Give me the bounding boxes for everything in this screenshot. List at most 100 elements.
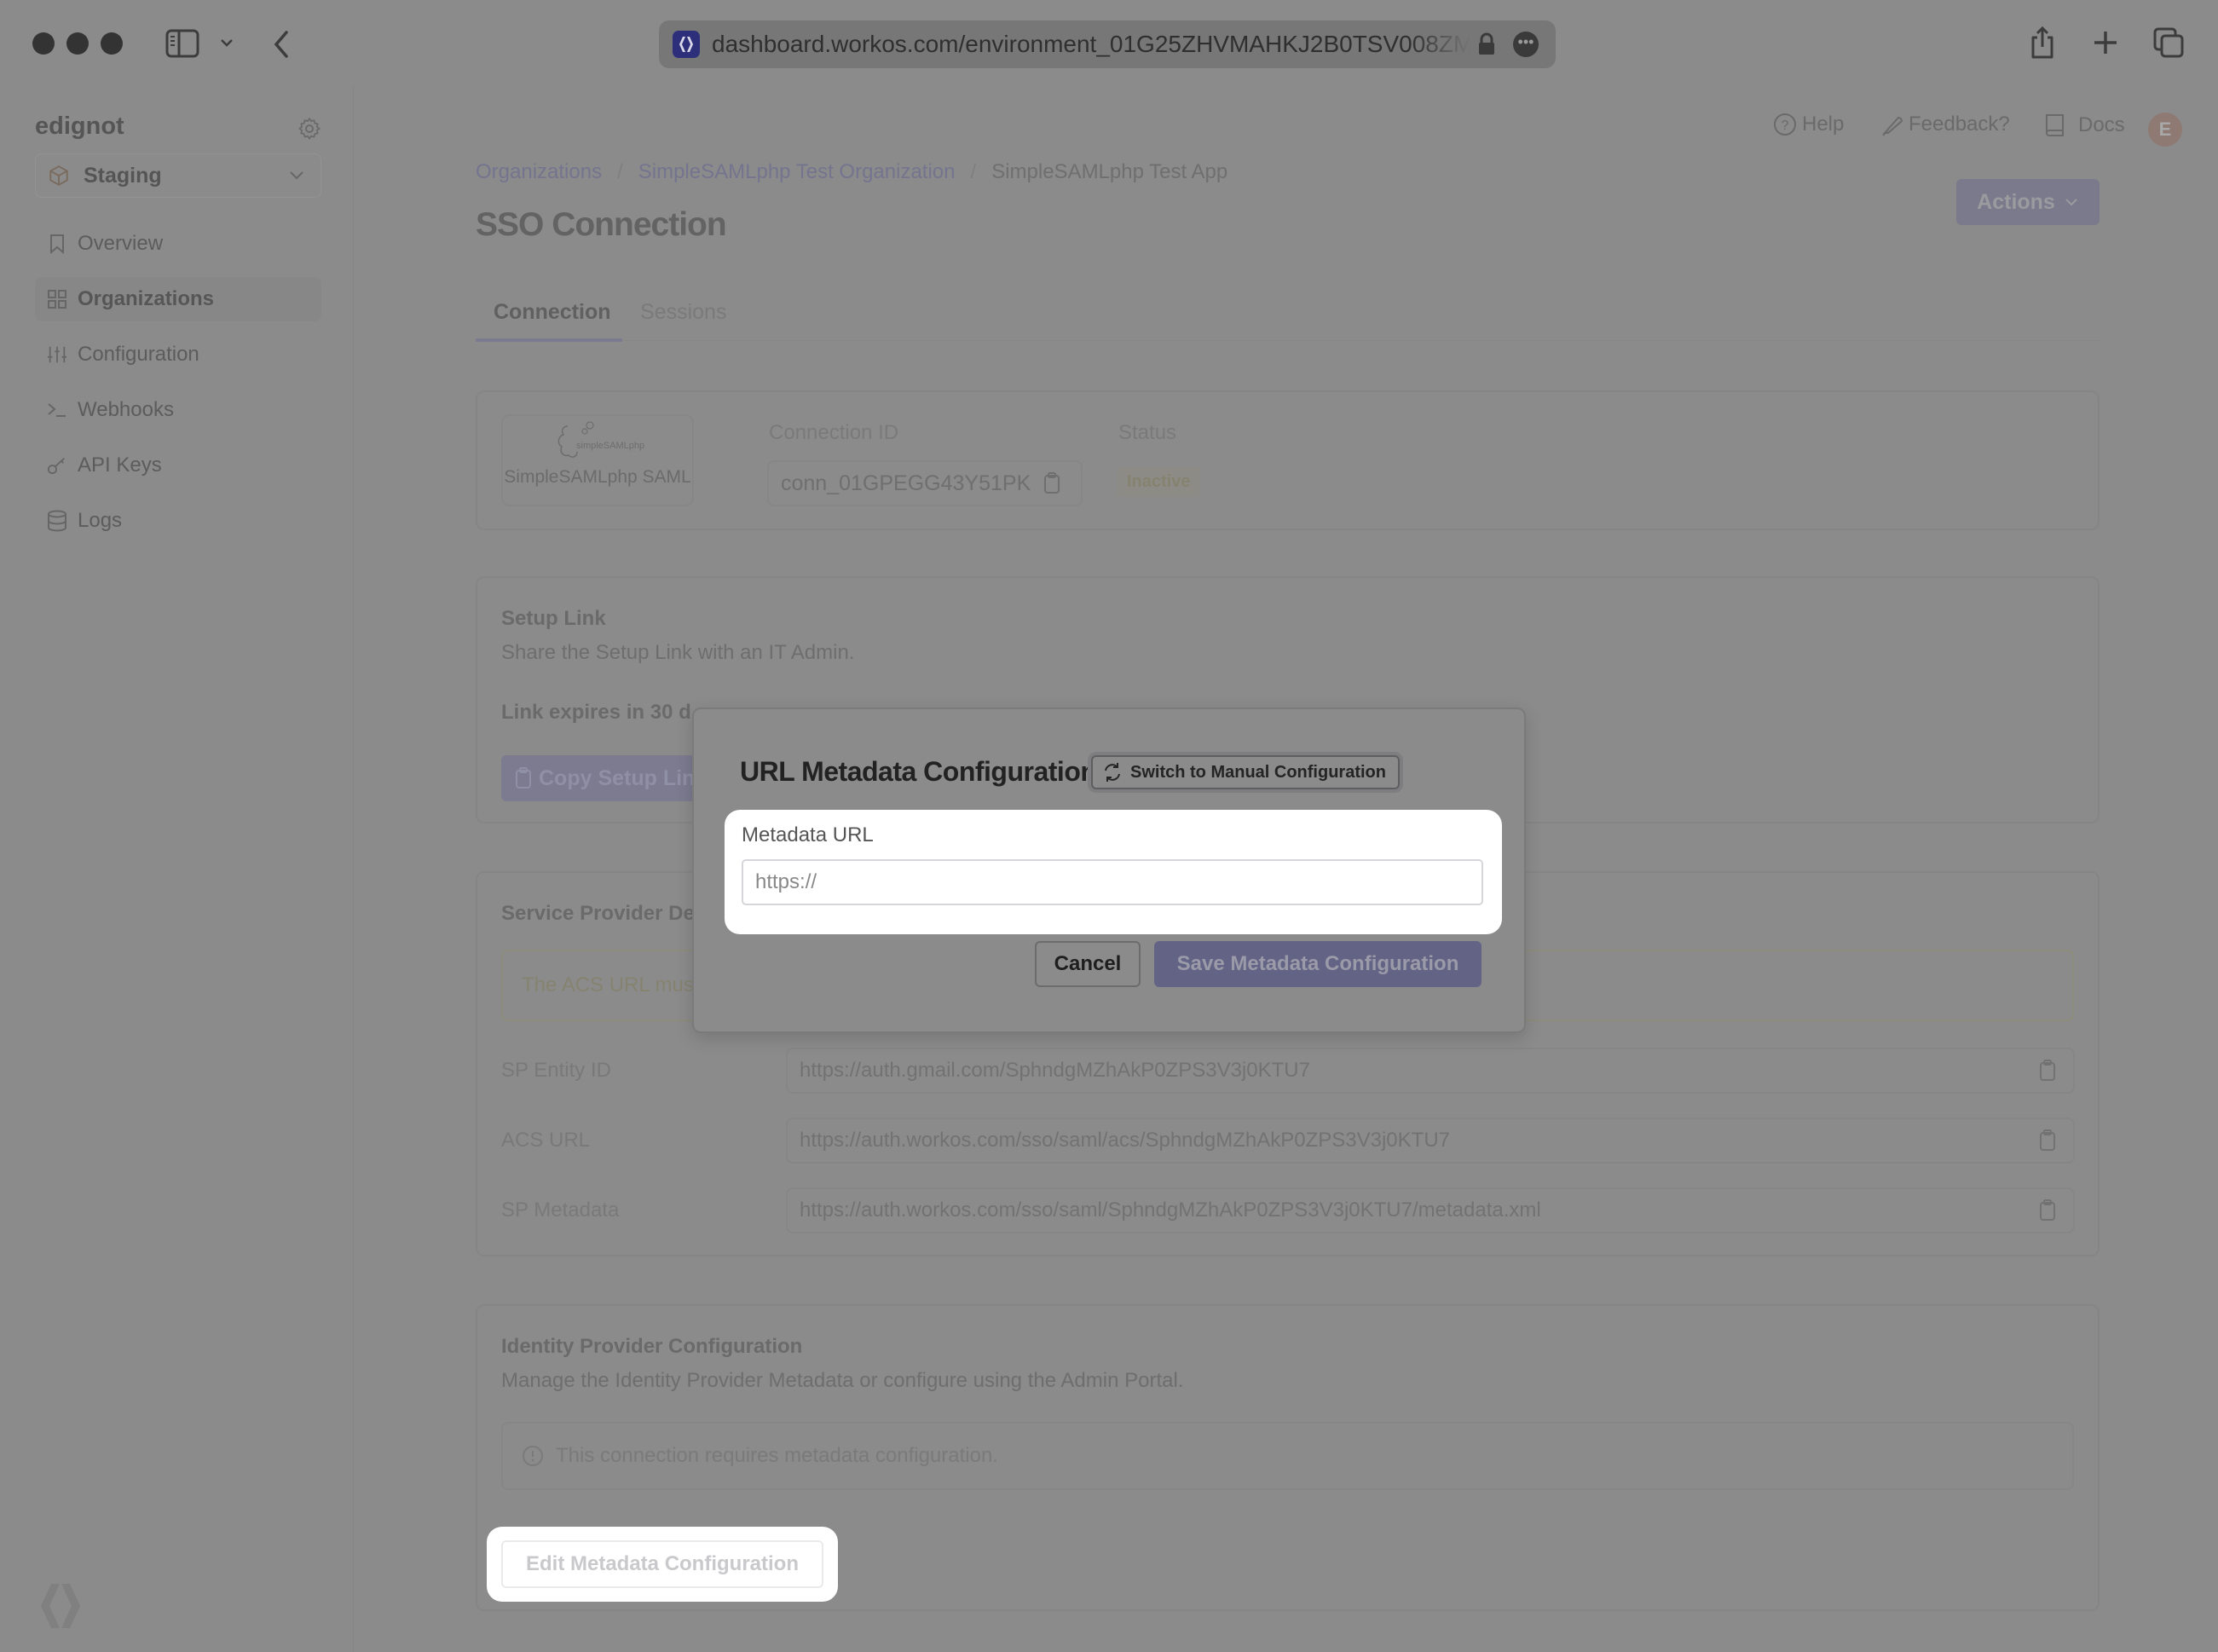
setup-link-expiry: Link expires in 30 d bbox=[501, 701, 691, 724]
chevron-down-icon bbox=[288, 166, 305, 188]
edit-metadata-configuration-button[interactable]: Edit Metadata Configuration bbox=[501, 1540, 823, 1588]
acs-warning-text: The ACS URL mus bbox=[522, 973, 694, 996]
switch-to-manual-button[interactable]: Switch to Manual Configuration bbox=[1091, 755, 1400, 789]
minimize-window-button[interactable] bbox=[66, 32, 89, 55]
grid-icon bbox=[47, 289, 67, 309]
browser-toolbar: dashboard.workos.com/environment_01G25ZH… bbox=[0, 0, 2218, 85]
highlight-edit-metadata: Edit Metadata Configuration bbox=[487, 1527, 838, 1602]
setup-link-title: Setup Link bbox=[501, 607, 606, 630]
workos-logo-icon bbox=[34, 1582, 87, 1634]
chevron-down-icon bbox=[2065, 199, 2077, 206]
address-bar[interactable]: dashboard.workos.com/environment_01G25ZH… bbox=[659, 20, 1556, 68]
clipboard-icon bbox=[516, 767, 531, 788]
cancel-button[interactable]: Cancel bbox=[1035, 941, 1141, 987]
breadcrumb-organization[interactable]: SimpleSAMLphp Test Organization bbox=[638, 160, 956, 184]
key-icon bbox=[47, 455, 67, 476]
chevron-down-icon[interactable] bbox=[220, 38, 234, 48]
sidebar-item-configuration[interactable]: Configuration bbox=[35, 332, 321, 377]
actions-label: Actions bbox=[1977, 189, 2055, 214]
clipboard-icon[interactable] bbox=[2039, 1060, 2056, 1082]
service-provider-title: Service Provider De bbox=[501, 902, 695, 925]
info-circle-icon bbox=[523, 1446, 543, 1466]
sp-entity-id-value: https://auth.gmail.com/SphndgMZhAkP0ZPS3… bbox=[800, 1059, 1310, 1082]
identity-provider-description: Manage the Identity Provider Metadata or… bbox=[501, 1369, 1184, 1392]
avatar[interactable]: E bbox=[2148, 113, 2182, 147]
sp-metadata-value: https://auth.workos.com/sso/saml/SphndgM… bbox=[800, 1199, 1541, 1222]
breadcrumb-separator: / bbox=[970, 160, 977, 183]
sidebar-item-organizations[interactable]: Organizations bbox=[35, 277, 321, 321]
sidebar-item-label: Webhooks bbox=[78, 398, 174, 421]
share-icon[interactable] bbox=[2029, 26, 2056, 60]
active-tab-indicator bbox=[476, 338, 622, 342]
close-window-button[interactable] bbox=[32, 32, 55, 55]
more-icon[interactable]: ••• bbox=[1513, 32, 1539, 57]
acs-url-value: https://auth.workos.com/sso/saml/acs/Sph… bbox=[800, 1129, 1450, 1152]
docs-label: Docs bbox=[2078, 113, 2125, 136]
connection-id-label: Connection ID bbox=[769, 421, 899, 444]
status-badge: Inactive bbox=[1117, 467, 1201, 497]
metadata-url-label: Metadata URL bbox=[742, 823, 874, 846]
environment-label: Staging bbox=[84, 163, 162, 188]
page-title: SSO Connection bbox=[476, 206, 727, 243]
tab-bar: Connection Sessions bbox=[476, 290, 2100, 342]
connection-card: simpleSAMLphp SimpleSAMLphp SAML Connect… bbox=[476, 390, 2100, 530]
svg-text:?: ? bbox=[1782, 118, 1789, 133]
connection-id-value: conn_01GPEGG43Y51PK bbox=[781, 471, 1031, 495]
breadcrumb-organizations[interactable]: Organizations bbox=[476, 160, 602, 184]
workos-favicon-icon bbox=[673, 31, 700, 58]
metadata-url-input[interactable] bbox=[742, 859, 1483, 905]
org-name: edignot bbox=[35, 113, 124, 140]
docs-link[interactable]: Docs bbox=[2044, 113, 2125, 138]
modal-title: URL Metadata Configuration bbox=[740, 756, 1097, 787]
sidebar-item-logs[interactable]: Logs bbox=[35, 499, 321, 543]
back-icon[interactable] bbox=[271, 29, 292, 60]
environment-select[interactable]: Staging bbox=[35, 153, 321, 198]
new-tab-icon[interactable] bbox=[2092, 29, 2119, 56]
tab-sessions[interactable]: Sessions bbox=[640, 300, 726, 325]
feedback-label: Feedback? bbox=[1909, 113, 2010, 136]
help-link[interactable]: ? Help bbox=[1773, 113, 1844, 136]
sp-metadata-field: https://auth.workos.com/sso/saml/SphndgM… bbox=[786, 1187, 2075, 1233]
bookmark-icon bbox=[47, 234, 67, 254]
provider-logo: simpleSAMLphp SimpleSAMLphp SAML bbox=[501, 414, 694, 506]
acs-url-label: ACS URL bbox=[501, 1129, 591, 1152]
tab-label: Sessions bbox=[640, 300, 727, 324]
gear-icon[interactable] bbox=[297, 116, 322, 146]
feedback-link[interactable]: Feedback? bbox=[1880, 113, 2010, 136]
feather-icon bbox=[1882, 116, 1903, 136]
breadcrumb-separator: / bbox=[617, 160, 623, 183]
clipboard-icon[interactable] bbox=[1043, 472, 1060, 494]
zoom-window-button[interactable] bbox=[101, 32, 123, 55]
sidebar-item-label: Overview bbox=[78, 232, 164, 255]
cube-icon bbox=[48, 165, 70, 187]
sidebar-item-label: Organizations bbox=[78, 287, 215, 310]
sidebar-item-api-keys[interactable]: API Keys bbox=[35, 443, 321, 488]
sp-metadata-label: SP Metadata bbox=[501, 1199, 620, 1222]
metadata-notice: This connection requires metadata config… bbox=[501, 1422, 2074, 1490]
sidebar-item-overview[interactable]: Overview bbox=[35, 222, 321, 266]
clipboard-icon[interactable] bbox=[2039, 1199, 2056, 1222]
save-metadata-configuration-button[interactable]: Save Metadata Configuration bbox=[1154, 941, 1482, 987]
sidebar-item-label: Configuration bbox=[78, 343, 199, 366]
tab-label: Connection bbox=[494, 300, 611, 324]
lock-icon bbox=[1477, 32, 1496, 61]
switch-to-manual-label: Switch to Manual Configuration bbox=[1130, 762, 1386, 782]
sidebar-item-webhooks[interactable]: Webhooks bbox=[35, 388, 321, 432]
copy-setup-link-label: Copy Setup Lin bbox=[539, 765, 696, 790]
connection-id-field: conn_01GPEGG43Y51PK bbox=[767, 460, 1083, 506]
provider-name: SimpleSAMLphp SAML bbox=[504, 467, 691, 487]
actions-button[interactable]: Actions bbox=[1956, 179, 2100, 225]
sidebar: edignot Staging Overview Organizations C… bbox=[0, 85, 354, 1652]
setup-link-description: Share the Setup Link with an IT Admin. bbox=[501, 641, 855, 664]
copy-setup-link-button[interactable]: Copy Setup Lin bbox=[501, 755, 723, 801]
acs-url-field: https://auth.workos.com/sso/saml/acs/Sph… bbox=[786, 1118, 2075, 1164]
tabs-overview-icon[interactable] bbox=[2153, 27, 2186, 58]
sidebar-item-label: API Keys bbox=[78, 453, 162, 477]
refresh-icon bbox=[1105, 763, 1120, 782]
sidebar-toggle-icon[interactable] bbox=[165, 29, 199, 58]
tab-connection[interactable]: Connection bbox=[494, 300, 611, 325]
sidebar-item-label: Logs bbox=[78, 509, 123, 532]
clipboard-icon[interactable] bbox=[2039, 1129, 2056, 1152]
url-text[interactable]: dashboard.workos.com/environment_01G25ZH… bbox=[712, 31, 1470, 58]
url-metadata-modal: URL Metadata Configuration Switch to Man… bbox=[692, 708, 1526, 1033]
